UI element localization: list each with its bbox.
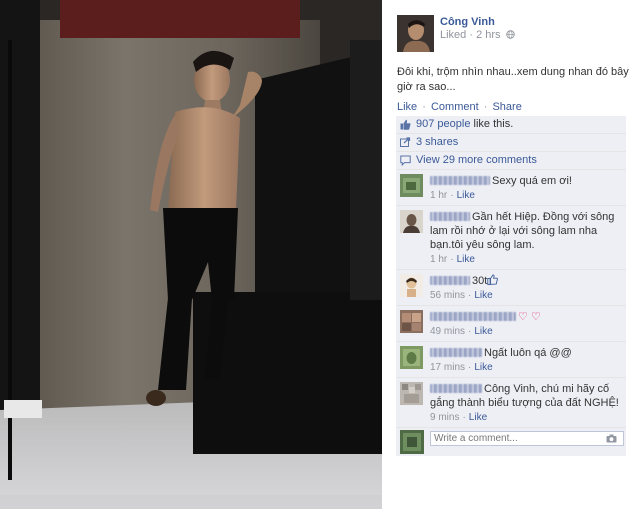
comment-text: 30t (472, 275, 488, 287)
post-timestamp[interactable]: Liked · 2 hrs (440, 29, 501, 41)
comment-meta: 9 mins · Like (430, 411, 622, 424)
author-avatar[interactable] (397, 15, 434, 52)
commenter-name-blurred[interactable] (430, 384, 482, 393)
separator: · (462, 412, 466, 423)
comment-item: Ngất luôn qá @@ 17 mins · Like (396, 342, 626, 378)
separator: · (450, 190, 454, 201)
comment-item: 30t 56 mins · Like (396, 270, 626, 306)
comment-like-link[interactable]: Like (469, 412, 487, 423)
comment-body: ♡ ♡ (430, 310, 622, 324)
comment-input[interactable] (430, 431, 624, 446)
comment-text: Sexy quá em ơi! (492, 175, 572, 187)
post-side-panel: Công Vinh Liked · 2 hrs Đôi khi, trộm nh… (382, 0, 640, 509)
share-link[interactable]: Share (492, 101, 521, 113)
comment-meta: 17 mins · Like (430, 361, 622, 374)
comment-link[interactable]: Comment (431, 101, 479, 113)
comment-meta: 1 hr · Like (430, 253, 622, 266)
likes-suffix: like this. (473, 118, 514, 130)
comment-text: Ngất luôn qá @@ (484, 347, 572, 359)
comments-icon (400, 155, 411, 166)
likes-row: 907 people like this. (396, 116, 626, 134)
like-link[interactable]: Like (397, 101, 417, 113)
view-more-comments-link[interactable]: View 29 more comments (416, 154, 537, 166)
comment-time[interactable]: 17 mins (430, 362, 465, 373)
heart-icon: ♡ (530, 311, 541, 323)
commenter-avatar[interactable] (400, 382, 423, 405)
commenter-name-blurred[interactable] (430, 312, 516, 321)
commenter-avatar[interactable] (400, 210, 423, 233)
photo-viewer[interactable] (0, 0, 382, 509)
shares-link[interactable]: 3 shares (416, 136, 458, 148)
shares-row[interactable]: 3 shares (396, 134, 626, 152)
comment-like-link[interactable]: Like (474, 362, 492, 373)
separator: · (483, 101, 488, 113)
camera-icon[interactable] (606, 434, 617, 443)
commenter-avatar[interactable] (400, 274, 423, 297)
comment-body: 30t (430, 274, 622, 288)
commenter-avatar[interactable] (400, 310, 423, 333)
separator: · (450, 254, 454, 265)
comment-time[interactable]: 9 mins (430, 412, 459, 423)
post-actions: Like · Comment · Share (397, 101, 522, 113)
comment-item: ♡ ♡ 49 mins · Like (396, 306, 626, 342)
comment-meta: 1 hr · Like (430, 189, 622, 202)
separator: · (422, 101, 426, 113)
comment-body: Công Vinh, chú mi hãy cố gắng thành biểu… (430, 382, 622, 410)
comment-time[interactable]: 49 mins (430, 326, 465, 337)
post-caption: Đôi khi, trộm nhìn nhau..xem dung nhan đ… (397, 66, 629, 93)
separator: · (468, 290, 472, 301)
comment-time[interactable]: 1 hr (430, 190, 447, 201)
viewer-avatar (400, 430, 424, 454)
commenter-name-blurred[interactable] (430, 212, 470, 221)
commenter-name-blurred[interactable] (430, 348, 482, 357)
comment-like-link[interactable]: Like (457, 190, 475, 201)
separator: · (468, 326, 472, 337)
comment-time[interactable]: 56 mins (430, 290, 465, 301)
thumbs-up-icon (487, 274, 499, 285)
comment-meta: 56 mins · Like (430, 289, 622, 302)
post-meta: Liked · 2 hrs (440, 29, 515, 41)
view-more-row[interactable]: View 29 more comments (396, 152, 626, 170)
likes-count-link[interactable]: 907 people (416, 118, 470, 130)
comment-body: Gần hết Hiệp. Đồng với sông lam rồi nhớ … (430, 210, 622, 252)
share-icon (400, 137, 411, 147)
post-header: Công Vinh Liked · 2 hrs (397, 15, 637, 55)
commenter-name-blurred[interactable] (430, 276, 470, 285)
comment-like-link[interactable]: Like (457, 254, 475, 265)
commenter-name-blurred[interactable] (430, 176, 490, 185)
comment-item: Sexy quá em ơi! 1 hr · Like (396, 170, 626, 206)
comment-like-link[interactable]: Like (474, 326, 492, 337)
author-name[interactable]: Công Vinh (440, 16, 495, 28)
comment-item: Công Vinh, chú mi hãy cố gắng thành biểu… (396, 378, 626, 428)
comment-meta: 49 mins · Like (430, 325, 622, 338)
comment-item: Gần hết Hiệp. Đồng với sông lam rồi nhớ … (396, 206, 626, 270)
separator: · (468, 362, 472, 373)
post-photo (0, 0, 382, 509)
globe-icon (505, 30, 515, 39)
comment-like-link[interactable]: Like (474, 290, 492, 301)
feedback-box: 907 people like this. 3 shares View 29 m… (396, 116, 626, 456)
comment-body: Sexy quá em ơi! (430, 174, 622, 188)
commenter-avatar[interactable] (400, 174, 423, 197)
comment-composer (396, 428, 626, 456)
commenter-avatar[interactable] (400, 346, 423, 369)
comment-time[interactable]: 1 hr (430, 254, 447, 265)
comment-body: Ngất luôn qá @@ (430, 346, 622, 360)
thumbs-up-icon (400, 119, 411, 130)
heart-icon: ♡ (518, 311, 528, 323)
